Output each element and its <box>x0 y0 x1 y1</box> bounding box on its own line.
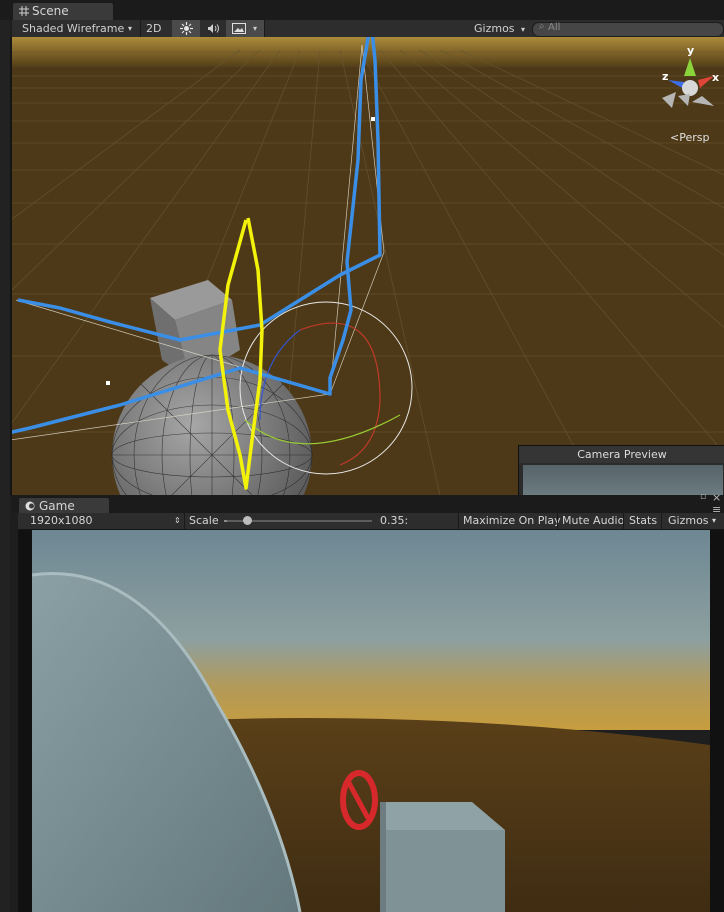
maximize-icon[interactable]: ▫ <box>700 492 706 502</box>
tab-game[interactable]: Game <box>18 497 110 514</box>
scale-slider-fill <box>224 520 227 522</box>
draw-mode-dropdown[interactable]: Shaded Wireframe <box>22 20 124 37</box>
draw-mode-label: Shaded Wireframe <box>22 22 125 35</box>
game-canvas <box>32 530 710 912</box>
scale-value: 0.35: <box>380 514 409 527</box>
toolbar-divider <box>264 20 265 37</box>
chevron-down-icon: ▾ <box>521 25 526 34</box>
chevron-left-icon: < <box>670 131 680 144</box>
search-icon: ⌕ <box>539 21 545 32</box>
game-cube <box>380 802 505 912</box>
gizmos-label: Gizmos <box>668 514 709 527</box>
mute-audio-toggle[interactable]: Mute Audio <box>562 513 624 529</box>
audio-toggle-button[interactable] <box>202 20 226 37</box>
effects-toggle-button[interactable]: ▾ <box>226 20 264 37</box>
game-letterbox-right <box>710 530 724 912</box>
scene-gizmos-dropdown[interactable]: Gizmos ▾ <box>474 20 525 38</box>
scale-slider-track[interactable] <box>224 516 372 525</box>
chevron-down-icon: ▾ <box>253 24 258 33</box>
chevron-updown-icon: ⇕ <box>174 516 181 525</box>
game-tab-bar <box>12 495 724 513</box>
game-controller-icon <box>25 499 35 511</box>
2d-toggle-button[interactable]: 2D <box>146 20 161 37</box>
game-toolbar: 1920x1080 ⇕ Scale 0.35: Maximize On Play… <box>18 513 724 530</box>
2d-label: 2D <box>146 22 162 35</box>
resolution-dropdown[interactable]: 1920x1080 <box>30 513 93 529</box>
toolbar-divider <box>661 513 662 529</box>
audio-icon <box>208 24 219 33</box>
gizmos-label: Gizmos <box>474 22 515 35</box>
scene-search-input[interactable]: ⌕ All <box>532 21 724 37</box>
toolbar-divider <box>623 513 624 529</box>
stats-label: Stats <box>629 514 658 527</box>
game-gizmos-dropdown[interactable]: Gizmos <box>668 513 709 529</box>
game-letterbox-left <box>18 530 32 912</box>
mute-audio-label: Mute Audio <box>562 514 625 527</box>
camera-preview-title: Camera Preview <box>519 446 724 463</box>
scene-toolbar: Shaded Wireframe ▾ 2D ▾ Gizmos ▾ ⌕ All <box>12 20 724 38</box>
camera-preview-image <box>523 465 723 496</box>
camera-handle <box>106 381 110 385</box>
scene-viewport[interactable]: y x z <box>12 37 724 495</box>
maximize-on-play-toggle[interactable]: Maximize On Play <box>463 513 561 529</box>
scene-canvas <box>12 37 724 495</box>
projection-toggle[interactable]: <Persp <box>670 131 709 144</box>
sun-icon <box>180 22 193 35</box>
tab-scene[interactable]: Scene <box>12 2 114 21</box>
hierarchy-edge-strip <box>0 20 10 912</box>
toolbar-divider <box>184 513 185 529</box>
axis-label-z: z <box>662 70 669 83</box>
scene-grid-icon <box>19 4 29 16</box>
toolbar-divider <box>557 513 558 529</box>
scene-tab-label: Scene <box>32 4 69 18</box>
scale-label: Scale <box>189 514 219 527</box>
axis-label-x: x <box>712 71 720 84</box>
image-icon <box>232 23 246 34</box>
resolution-label: 1920x1080 <box>30 514 93 527</box>
lighting-toggle-button[interactable] <box>172 20 200 37</box>
stats-toggle[interactable]: Stats <box>629 513 657 529</box>
toolbar-divider <box>140 20 141 37</box>
game-viewport[interactable] <box>32 530 710 912</box>
camera-handle <box>371 117 375 121</box>
camera-preview-panel: Camera Preview <box>518 445 724 497</box>
chevron-down-icon: ▾ <box>712 516 717 525</box>
chevron-down-icon: ▾ <box>128 24 133 33</box>
scale-slider-thumb[interactable] <box>243 516 252 525</box>
game-tab-label: Game <box>39 499 75 513</box>
search-placeholder: All <box>548 22 561 33</box>
projection-label: Persp <box>679 131 710 144</box>
axis-label-y: y <box>687 44 695 57</box>
maximize-on-play-label: Maximize On Play <box>463 514 561 527</box>
toolbar-divider <box>458 513 459 529</box>
